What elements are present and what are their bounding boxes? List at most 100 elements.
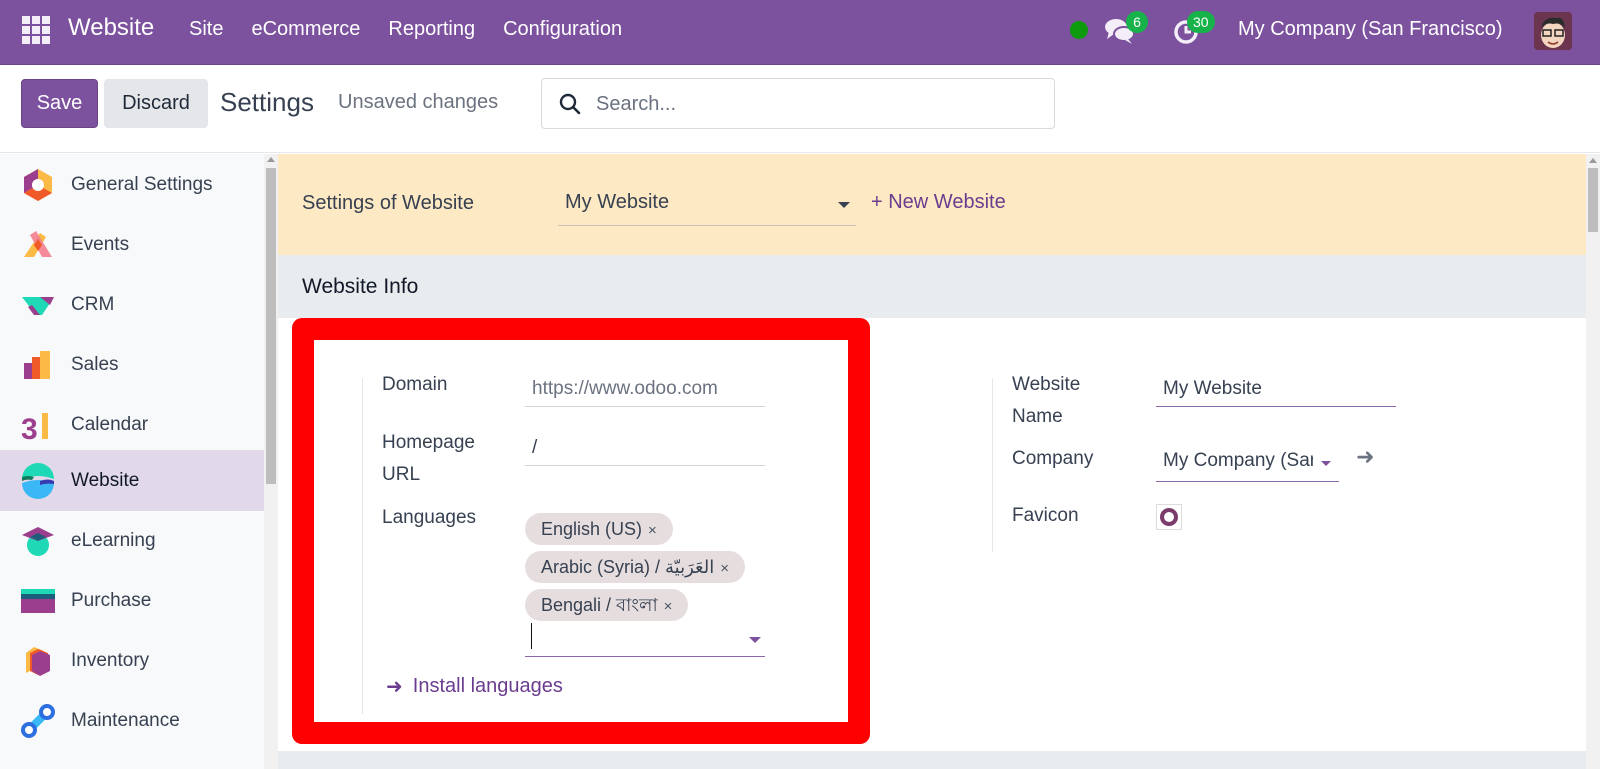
favicon-ring-icon: [1160, 508, 1178, 526]
arrow-right-icon: ➜: [386, 676, 403, 698]
language-tag: Arabic (Syria) / العَرَبيّة ×: [525, 551, 745, 583]
homepage-url-input[interactable]: [525, 430, 765, 466]
sidebar-item-general-settings[interactable]: General Settings: [0, 154, 264, 215]
website-selector-label: Settings of Website: [302, 192, 474, 214]
section-title: Website Info: [302, 275, 419, 298]
language-tag-label: English (US): [541, 519, 643, 539]
sidebar-item-label: Maintenance: [71, 709, 180, 731]
website-select-value: My Website: [565, 191, 670, 213]
presence-status-icon: [1070, 21, 1088, 39]
app-brand[interactable]: Website: [68, 14, 154, 42]
languages-label: Languages: [382, 507, 477, 528]
language-tag-label: Arabic (Syria) / العَرَبيّة: [541, 557, 715, 577]
homepage-url-label: Homepage URL: [382, 432, 475, 485]
scroll-up-arrow-icon[interactable]: [1589, 158, 1597, 163]
sidebar-item-calendar[interactable]: 3 Calendar: [0, 394, 264, 455]
section-header: Website Info: [278, 255, 1586, 318]
settings-sidebar: General Settings Events CRM Sales 3 Cale…: [0, 154, 264, 769]
favicon-label: Favicon: [1012, 505, 1079, 526]
purchase-icon: [21, 588, 55, 613]
language-tag: English (US) ×: [525, 513, 673, 545]
sidebar-item-maintenance[interactable]: Maintenance: [0, 690, 264, 751]
field-group-divider: [992, 378, 993, 552]
install-languages-label: Install languages: [412, 675, 563, 697]
chevron-down-icon[interactable]: [749, 637, 761, 643]
website-name-label: Website Name: [1012, 374, 1081, 427]
search-box: [541, 78, 1055, 129]
menu-configuration[interactable]: Configuration: [503, 18, 622, 41]
sidebar-item-events[interactable]: Events: [0, 214, 264, 275]
company-label: Company: [1012, 448, 1094, 469]
elearning-icon: [22, 526, 54, 556]
top-navbar: Website Site eCommerce Reporting Configu…: [0, 0, 1600, 65]
remove-tag-icon[interactable]: ×: [664, 598, 673, 615]
user-avatar[interactable]: [1534, 12, 1572, 50]
sidebar-item-crm[interactable]: CRM: [0, 274, 264, 335]
maintenance-icon: [21, 703, 55, 738]
open-company-arrow-icon[interactable]: ➜: [1356, 444, 1374, 470]
company-switcher[interactable]: My Company (San Francisco): [1238, 18, 1503, 41]
calendar-icon: 3: [21, 412, 48, 443]
crm-icon: [22, 296, 54, 315]
favicon-image[interactable]: [1156, 504, 1182, 530]
general-settings-icon: [24, 168, 52, 201]
domain-input[interactable]: [525, 371, 765, 407]
main-scrollbar[interactable]: [1586, 154, 1600, 769]
domain-label: Domain: [382, 374, 448, 395]
search-input[interactable]: [596, 88, 1036, 120]
sidebar-item-label: Events: [71, 233, 130, 255]
menu-ecommerce[interactable]: eCommerce: [251, 18, 360, 41]
remove-tag-icon[interactable]: ×: [648, 522, 657, 539]
chevron-down-icon: [838, 202, 850, 208]
inventory-icon: [26, 646, 50, 676]
main-scrollbar-thumb[interactable]: [1588, 168, 1598, 232]
menu-site[interactable]: Site: [189, 18, 223, 41]
sidebar-item-website[interactable]: Website: [0, 450, 264, 511]
sidebar-scrollbar-thumb[interactable]: [266, 168, 276, 484]
discard-button[interactable]: Discard: [104, 79, 208, 128]
events-icon: [24, 230, 52, 257]
languages-input[interactable]: [525, 621, 765, 657]
text-cursor: [531, 623, 532, 649]
unsaved-changes-indicator: Unsaved changes: [338, 91, 499, 113]
control-panel: Save Discard Settings Unsaved changes: [0, 65, 1600, 153]
app-menu-grid-icon[interactable]: [22, 16, 50, 44]
sidebar-item-label: eLearning: [71, 529, 156, 551]
messages-count-badge: 6: [1126, 11, 1148, 33]
sidebar-item-label: CRM: [71, 293, 115, 315]
sales-icon: [24, 350, 50, 379]
website-name-input[interactable]: [1156, 371, 1396, 407]
sidebar-item-purchase[interactable]: Purchase: [0, 570, 264, 631]
search-icon: [559, 93, 581, 115]
scroll-up-arrow-icon[interactable]: [267, 157, 275, 162]
website-select[interactable]: My Website: [558, 184, 856, 226]
menu-reporting[interactable]: Reporting: [388, 18, 475, 41]
language-tag: Bengali / বাংলা ×: [525, 589, 689, 621]
sidebar-item-label: General Settings: [71, 173, 213, 195]
sidebar-item-elearning[interactable]: eLearning: [0, 510, 264, 571]
sidebar-item-inventory[interactable]: Inventory: [0, 630, 264, 691]
new-website-button[interactable]: + New Website: [871, 191, 1006, 214]
language-tag-label: Bengali / বাংলা: [541, 595, 658, 615]
main-menu: Site eCommerce Reporting Configuration: [189, 18, 650, 41]
svg-text:3: 3: [21, 413, 38, 443]
page-title: Settings: [220, 87, 314, 117]
sidebar-item-sales[interactable]: Sales: [0, 334, 264, 395]
website-selector-bar: Settings of Website My Website + New Web…: [278, 154, 1586, 255]
chevron-down-icon: [1321, 461, 1331, 466]
sidebar-item-label: Sales: [71, 353, 119, 375]
remove-tag-icon[interactable]: ×: [720, 560, 729, 577]
company-select[interactable]: My Company (San Francisco): [1156, 444, 1339, 482]
settings-content: Settings of Website My Website + New Web…: [278, 154, 1586, 769]
sidebar-item-label: Website: [71, 469, 140, 491]
install-languages-link[interactable]: ➜ Install languages: [386, 674, 563, 699]
sidebar-item-label: Inventory: [71, 649, 150, 671]
website-icon: [22, 462, 54, 499]
sidebar-scrollbar[interactable]: [264, 154, 278, 769]
sidebar-item-label: Calendar: [71, 413, 149, 435]
sidebar-item-label: Purchase: [71, 589, 152, 611]
field-group-divider: [362, 378, 363, 714]
section-footer-strip: [278, 751, 1586, 769]
activities-count-badge: 30: [1187, 11, 1215, 33]
save-button[interactable]: Save: [21, 79, 98, 128]
